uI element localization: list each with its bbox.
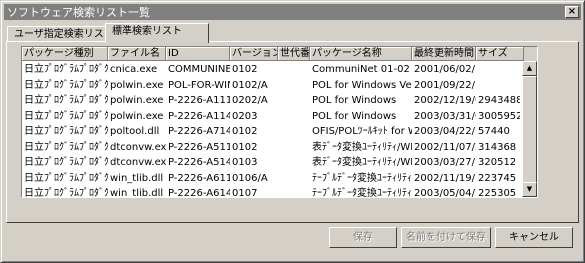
cell-filename: win_tlib.dll (110, 172, 164, 184)
cell-package-type: 日立ﾌﾟﾛｸﾞﾗﾑﾌﾟﾛﾀﾞｸﾄ (24, 172, 108, 184)
cell-package-name: OFIS/POLﾂｰﾙｷｯﾄ for Wi (312, 126, 412, 137)
cell-last-updated: 2001/09/22/11 (414, 79, 476, 91)
tab-panel: パッケージ種別 ファイル名 ID バージョン 世代番号 パッケージ名称 最終更新… (6, 41, 579, 223)
cell-id: P-2226-A614 (168, 188, 230, 198)
tab-user-search-list[interactable]: ユーザ指定検索リスト (7, 26, 114, 42)
cell-package-name: ﾃｰﾌﾞﾙﾃﾞｰﾀ変換ﾕｰﾃｨﾘﾃｨ/V (312, 172, 412, 184)
cell-size: 223745 (478, 172, 517, 184)
scroll-thumb[interactable] (522, 76, 537, 184)
cell-package-name: POL for Windows Ver.01~I (312, 79, 412, 91)
cell-package-name: 表ﾃﾞｰﾀ変換ﾕｰﾃｨﾘﾃｨ/WN (312, 141, 412, 153)
cell-package-type: 日立ﾌﾟﾛｸﾞﾗﾑﾌﾟﾛﾀﾞｸﾄ (24, 141, 108, 153)
cell-last-updated: 2003/03/31/02 (414, 110, 476, 122)
cell-version: 0102 (232, 64, 258, 75)
cell-filename: win_tlib.dll (110, 188, 164, 198)
cell-last-updated: 2003/04/22/19 (414, 126, 476, 137)
dialog-window: ソフトウェア検索リスト一覧 × ユーザ指定検索リスト 標準検索リスト パッケージ… (0, 0, 585, 263)
cell-last-updated: 2003/03/27/17 (414, 157, 476, 168)
column-header-generation[interactable]: 世代番号 (278, 47, 310, 61)
cell-size: 57440 (478, 126, 510, 137)
list-rows: 日立ﾌﾟﾛｸﾞﾗﾑﾌﾟﾛﾀﾞｸﾄcnica.exeCOMMUNINET0102C… (22, 62, 520, 198)
scroll-up-icon[interactable]: ▲ (522, 61, 537, 76)
column-header-size[interactable]: サイズ (476, 47, 524, 61)
cell-last-updated: 2001/06/02/10 (414, 64, 476, 75)
cell-version: 0102 (232, 126, 258, 137)
cell-package-name: 表ﾃﾞｰﾀ変換ﾕｰﾃｨﾘﾃｨ/WN (312, 157, 412, 168)
cell-id: P-2226-A111 (168, 95, 230, 106)
cell-last-updated: 2002/11/07/20 (414, 141, 476, 153)
software-list[interactable]: パッケージ種別 ファイル名 ID バージョン 世代番号 パッケージ名称 最終更新… (21, 46, 538, 198)
cell-size: 225305 (478, 188, 517, 198)
window-title: ソフトウェア検索リスト一覧 (7, 6, 150, 19)
column-header-version[interactable]: バージョン (230, 47, 278, 61)
table-row[interactable]: 日立ﾌﾟﾛｸﾞﾗﾑﾌﾟﾛﾀﾞｸﾄ polwin.exe P-2226-A111 020… (22, 93, 520, 109)
cell-id: P-2226-A514 (168, 157, 230, 168)
cell-package-type: 日立ﾌﾟﾛｸﾞﾗﾑﾌﾟﾛﾀﾞｸﾄ (24, 188, 108, 198)
cell-package-name: ﾃｰﾌﾞﾙﾃﾞｰﾀ変換ﾕｰﾃｨﾘﾃｨ/V (312, 188, 412, 198)
cell-id: P-2226-A511 (168, 141, 230, 153)
cell-version: 0203 (232, 110, 258, 122)
scroll-down-icon[interactable]: ▼ (522, 182, 537, 197)
column-header-filename[interactable]: ファイル名 (108, 47, 166, 61)
cell-package-name: CommuniNet 01-02 (312, 64, 410, 75)
cell-package-type: 日立ﾌﾟﾛｸﾞﾗﾑﾌﾟﾛﾀﾞｸﾄ (24, 64, 108, 75)
column-header-last-updated[interactable]: 最終更新時間日 (412, 47, 476, 61)
close-button[interactable]: × (565, 6, 579, 18)
cell-id: P-2226-A611 (168, 172, 230, 184)
cell-package-type: 日立ﾌﾟﾛｸﾞﾗﾑﾌﾟﾛﾀﾞｸﾄ (24, 126, 108, 137)
title-bar: ソフトウェア検索リスト一覧 × (4, 4, 581, 20)
cell-filename: cnica.exe (110, 64, 158, 75)
cell-package-name: POL for Windows (312, 95, 397, 106)
cell-package-name: POL for Windows (312, 110, 397, 122)
cell-size: 3005952 (478, 110, 520, 122)
list-header: パッケージ種別 ファイル名 ID バージョン 世代番号 パッケージ名称 最終更新… (22, 47, 537, 61)
cell-package-type: 日立ﾌﾟﾛｸﾞﾗﾑﾌﾟﾛﾀﾞｸﾄ (24, 110, 108, 122)
cell-last-updated: 2002/11/19/14 (414, 172, 476, 184)
cell-version: 0102 (232, 141, 258, 153)
table-row[interactable]: 日立ﾌﾟﾛｸﾞﾗﾑﾌﾟﾛﾀﾞｸﾄpolwin.exe POL-FOR-WINI01… (22, 78, 519, 94)
cell-size: 314368 (478, 141, 517, 153)
cell-version: 0107 (232, 188, 258, 198)
cell-version: 0102/A (232, 79, 268, 91)
table-row[interactable]: 日立ﾌﾟﾛｸﾞﾗﾑﾌﾟﾛﾀﾞｸﾄdtconvw.exeP-2226-A51101… (22, 140, 519, 156)
table-row[interactable]: 日立ﾌﾟﾛｸﾞﾗﾑﾌﾟﾛﾀﾞｸﾄdtconvw.exeP-2226-A51401… (22, 155, 519, 171)
cell-id: POL-FOR-WINI (168, 79, 230, 91)
column-header-package-type[interactable]: パッケージ種別 (22, 47, 108, 61)
cell-version: 0106/A (232, 172, 268, 184)
column-header-package-name[interactable]: パッケージ名称 (310, 47, 412, 61)
cancel-button[interactable]: キャンセル (495, 227, 573, 248)
cell-version: 0202/A (232, 95, 268, 106)
vertical-scrollbar[interactable]: ▲ ▼ (522, 61, 537, 197)
cell-id: COMMUNINET (168, 64, 230, 75)
cell-last-updated: 2002/12/19/02 (414, 95, 476, 106)
table-row[interactable]: 日立ﾌﾟﾛｸﾞﾗﾑﾌﾟﾛﾀﾞｸﾄ win_tlib.dll P-2226-A611 0… (22, 171, 519, 187)
cell-id: P-2226-A714 (168, 126, 230, 137)
tab-standard-search-list[interactable]: 標準検索リスト (105, 23, 209, 43)
cell-filename: dtconvw.exe (110, 157, 166, 168)
cell-package-type: 日立ﾌﾟﾛｸﾞﾗﾑﾌﾟﾛﾀﾞｸﾄ (24, 157, 108, 168)
cell-filename: polwin.exe (110, 110, 164, 122)
column-header-id[interactable]: ID (166, 47, 230, 61)
save-button[interactable]: 保存 (329, 227, 397, 248)
cell-size: 320512 (478, 157, 517, 168)
cell-id: P-2226-A114 (168, 110, 230, 122)
cell-last-updated: 2003/05/04/21 (414, 188, 476, 198)
cell-size: 2943488 (478, 95, 520, 106)
cell-version: 0103 (232, 157, 258, 168)
cell-filename: polwin.exe (110, 79, 164, 91)
cell-filename: dtconvw.exe (110, 141, 166, 153)
cell-filename: polwin.exe (110, 95, 164, 106)
cell-filename: poltool.dll (110, 126, 160, 137)
table-row[interactable]: 日立ﾌﾟﾛｸﾞﾗﾑﾌﾟﾛﾀﾞｸﾄ polwin.exe P-2226-A114 020… (22, 109, 520, 125)
table-row[interactable]: 日立ﾌﾟﾛｸﾞﾗﾑﾌﾟﾛﾀﾞｸﾄ win_tlib.dll P-2226-A614 0… (22, 186, 519, 198)
cell-package-type: 日立ﾌﾟﾛｸﾞﾗﾑﾌﾟﾛﾀﾞｸﾄ (24, 79, 108, 91)
table-row[interactable]: 日立ﾌﾟﾛｸﾞﾗﾑﾌﾟﾛﾀﾞｸﾄcnica.exe COMMUNINET0102 C… (22, 62, 519, 78)
save-as-button[interactable]: 名前を付けて保存 (401, 227, 491, 248)
table-row[interactable]: 日立ﾌﾟﾛｸﾞﾗﾑﾌﾟﾛﾀﾞｸﾄ poltool.dll P-2226-A714 01… (22, 124, 519, 140)
cell-package-type: 日立ﾌﾟﾛｸﾞﾗﾑﾌﾟﾛﾀﾞｸﾄ (24, 95, 108, 106)
